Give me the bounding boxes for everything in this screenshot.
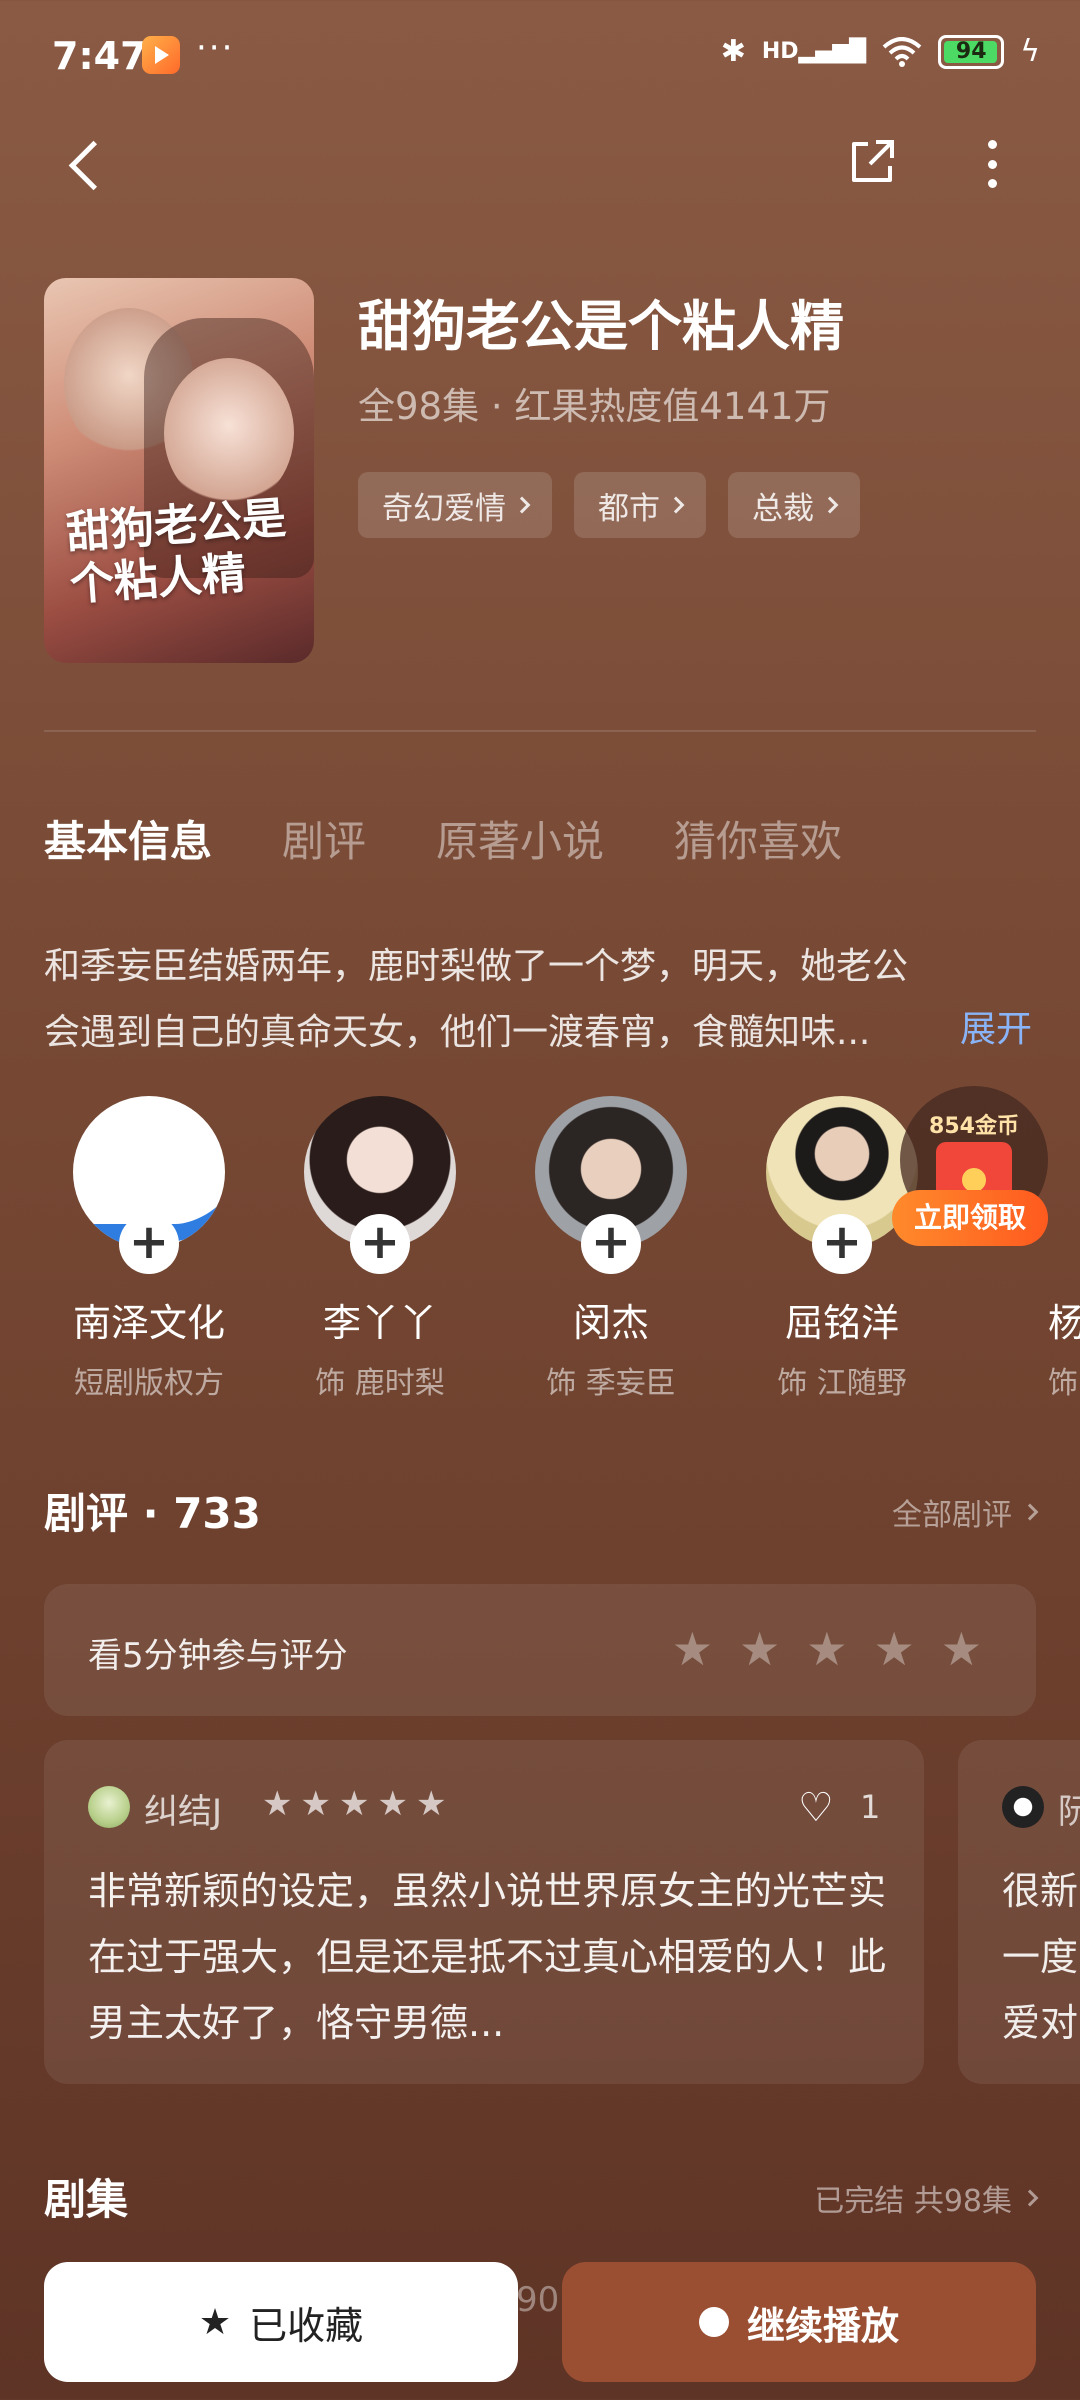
wifi-icon bbox=[882, 36, 922, 67]
star-icon[interactable]: ★ bbox=[806, 1624, 847, 1674]
poster-title: 甜狗老公是个粘人精 bbox=[64, 492, 288, 611]
battery-icon: 94 bbox=[938, 34, 1005, 69]
reward-coins: 854金币 bbox=[929, 1114, 1019, 1139]
tag-label: 都市 bbox=[598, 490, 660, 527]
star-icon: ★ bbox=[198, 2301, 232, 2343]
app-notification-icon bbox=[142, 36, 180, 74]
status-more-dots: ··· bbox=[196, 28, 235, 68]
chevron-right-icon bbox=[513, 496, 531, 514]
star-icon: ★ bbox=[377, 1784, 408, 1824]
tab-recommendations[interactable]: 猜你喜欢 bbox=[674, 808, 842, 869]
favorite-button[interactable]: ★ 已收藏 bbox=[44, 2262, 518, 2382]
review-user: 阮 bbox=[1058, 1792, 1080, 1832]
tag-list: 奇幻爱情 都市 总裁 bbox=[358, 472, 860, 538]
tag-ceo[interactable]: 总裁 bbox=[728, 472, 860, 538]
rating-stars[interactable]: ★ ★ ★ ★ ★ bbox=[672, 1624, 982, 1674]
cast-role: 饰 bbox=[1048, 1366, 1078, 1401]
favorite-label: 已收藏 bbox=[249, 2303, 364, 2348]
star-icon: ★ bbox=[338, 1784, 370, 1824]
chevron-right-icon bbox=[821, 496, 839, 514]
episode-partial-label: 90 bbox=[516, 2280, 560, 2320]
star-icon[interactable]: ★ bbox=[941, 1624, 982, 1674]
review-text: 非常新颖的设定，虽然小说世界原女主的光芒实在过于强大，但是还是抵不过真心相爱的人… bbox=[88, 1869, 887, 2045]
cast-name: 南泽文化 bbox=[72, 1301, 225, 1345]
tag-urban[interactable]: 都市 bbox=[574, 472, 706, 538]
tag-label: 总裁 bbox=[752, 490, 814, 527]
review-user: 纠结J bbox=[144, 1792, 223, 1832]
divider bbox=[44, 730, 1036, 732]
status-bar: 7:47 ··· ✱ HD▂▄▆█ 94 ϟ bbox=[0, 0, 1080, 110]
star-icon[interactable]: ★ bbox=[739, 1624, 780, 1674]
episodes-title: 剧集 bbox=[44, 2175, 129, 2224]
chevron-right-icon bbox=[1021, 2189, 1039, 2207]
network-type-label: HD bbox=[761, 39, 799, 64]
chevron-right-icon bbox=[667, 496, 685, 514]
status-time: 7:47 bbox=[52, 34, 147, 78]
chevron-right-icon bbox=[1021, 1503, 1039, 1521]
plus-icon[interactable]: + bbox=[350, 1214, 410, 1274]
reviews-title: 剧评 · 733 bbox=[44, 1489, 261, 1538]
episodes-status: 已完结 共98集 bbox=[814, 2184, 1012, 2219]
cast-role: 饰 江随野 bbox=[777, 1366, 907, 1401]
battery-level: 94 bbox=[955, 39, 987, 64]
cast-role: 饰 季妄臣 bbox=[546, 1366, 676, 1401]
show-poster[interactable]: 甜狗老公是个粘人精 bbox=[44, 278, 314, 663]
tab-reviews[interactable]: 剧评 bbox=[282, 808, 366, 869]
heart-icon[interactable]: ♡ bbox=[798, 1788, 834, 1828]
tab-bar: 基本信息 剧评 原著小说 猜你喜欢 bbox=[44, 808, 842, 869]
bluetooth-icon: ✱ bbox=[720, 34, 746, 69]
review-card[interactable]: 纠结J ★ ★ ★ ★ ★ ♡ 1 非常新颖的设定，虽然小说世界原女主的光芒实在… bbox=[44, 1740, 924, 2084]
claim-reward-button[interactable]: 立即领取 bbox=[892, 1190, 1048, 1246]
continue-play-button[interactable]: 继续播放 bbox=[562, 2262, 1036, 2382]
review-likes: 1 bbox=[860, 1788, 881, 1826]
star-icon: ★ bbox=[300, 1784, 331, 1824]
cast-name: 闵杰 bbox=[572, 1301, 649, 1345]
plus-icon[interactable]: + bbox=[812, 1214, 872, 1274]
cast-role: 饰 鹿时梨 bbox=[315, 1366, 445, 1401]
episodes-link[interactable]: 已完结 共98集 bbox=[814, 2176, 1039, 2220]
status-indicators: ✱ HD▂▄▆█ 94 ϟ bbox=[721, 34, 1040, 69]
star-icon: ★ bbox=[415, 1784, 447, 1824]
all-reviews-label: 全部剧评 bbox=[892, 1498, 1012, 1533]
tag-romance[interactable]: 奇幻爱情 bbox=[358, 472, 552, 538]
expand-link[interactable]: 展开 bbox=[960, 1000, 1032, 1052]
rating-prompt: 看5分钟参与评分 bbox=[88, 1636, 348, 1676]
star-icon[interactable]: ★ bbox=[874, 1624, 915, 1674]
all-reviews-link[interactable]: 全部剧评 bbox=[892, 1490, 1039, 1534]
star-icon[interactable]: ★ bbox=[672, 1624, 713, 1674]
cast-name: 屈铭洋 bbox=[784, 1301, 899, 1345]
synopsis-body: 和季妄臣结婚两年，鹿时梨做了一个梦，明天，她老公会遇到自己的真命天女，他们一渡春… bbox=[44, 946, 909, 1053]
review-stars: ★ ★ ★ ★ ★ bbox=[262, 1784, 446, 1824]
avatar bbox=[1002, 1786, 1044, 1828]
signal-icon: HD▂▄▆█ bbox=[761, 39, 867, 64]
plus-icon[interactable]: + bbox=[581, 1214, 641, 1274]
tab-original-novel[interactable]: 原著小说 bbox=[436, 808, 604, 869]
cast-name: 李丫丫 bbox=[322, 1301, 437, 1345]
review-card[interactable]: 阮 很新 一度 爱对 bbox=[958, 1740, 1080, 2084]
show-meta: 全98集 · 红果热度值4141万 bbox=[358, 385, 831, 428]
more-vertical-icon[interactable] bbox=[966, 134, 1018, 194]
synopsis-text: 和季妄臣结婚两年，鹿时梨做了一个梦，明天，她老公会遇到自己的真命天女，他们一渡春… bbox=[44, 934, 1034, 1066]
rating-box: 看5分钟参与评分 ★ ★ ★ ★ ★ bbox=[44, 1584, 1036, 1716]
cast-role: 短剧版权方 bbox=[74, 1366, 224, 1401]
review-text: 很新 一度 爱对 bbox=[1002, 1869, 1079, 2045]
play-icon bbox=[698, 2307, 729, 2337]
star-icon: ★ bbox=[262, 1784, 293, 1824]
back-arrow-icon[interactable] bbox=[58, 130, 118, 200]
tag-label: 奇幻爱情 bbox=[382, 490, 506, 527]
show-title: 甜狗老公是个粘人精 bbox=[358, 295, 844, 358]
share-icon[interactable] bbox=[846, 136, 898, 188]
avatar bbox=[88, 1786, 130, 1828]
cast-name: 杨 bbox=[1048, 1301, 1080, 1345]
tab-basic-info[interactable]: 基本信息 bbox=[44, 808, 212, 869]
plus-icon[interactable]: + bbox=[119, 1214, 179, 1274]
charging-icon: ϟ bbox=[1020, 34, 1040, 69]
play-label: 继续播放 bbox=[746, 2303, 899, 2348]
